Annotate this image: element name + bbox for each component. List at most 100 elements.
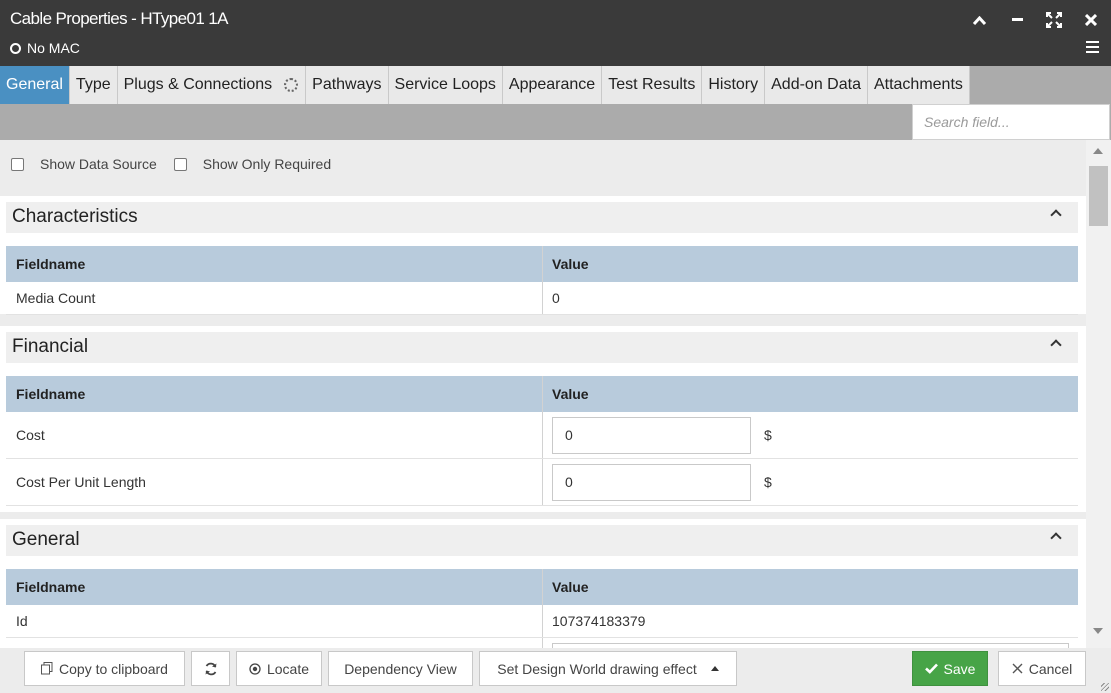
mac-status: No MAC <box>10 40 80 56</box>
cost-input[interactable] <box>552 416 751 454</box>
value-column-header: Value <box>552 256 589 272</box>
collapse-icon[interactable] <box>968 9 990 31</box>
currency-unit: $ <box>764 474 772 490</box>
show-only-required-label: Show Only Required <box>202 156 332 172</box>
chevron-up-icon[interactable] <box>1050 209 1062 221</box>
tab-type[interactable]: Type <box>70 66 118 104</box>
field-name <box>6 638 543 648</box>
field-value-cell: $ <box>543 412 1078 458</box>
chevron-up-icon[interactable] <box>1050 532 1062 544</box>
section-general: General Fieldname Value Id 107374183379 <box>0 519 1086 648</box>
field-value-cell: $ <box>543 459 1078 505</box>
field-name: Cost Per Unit Length <box>6 459 543 505</box>
table-row: Media Count 0 <box>6 282 1078 315</box>
field-value: 107374183379 <box>552 613 646 629</box>
title-bar: Cable Properties - HType01 1A No MAC <box>0 0 1111 66</box>
refresh-icon <box>205 662 216 675</box>
section-general-header[interactable]: General <box>6 525 1078 556</box>
scroll-thumb[interactable] <box>1089 166 1108 226</box>
field-name: Media Count <box>6 282 543 314</box>
section-title: Financial <box>12 336 89 357</box>
copy-to-clipboard-label: Copy to clipboard <box>59 660 168 677</box>
locate-button[interactable]: Locate <box>236 651 322 686</box>
check-icon <box>924 663 938 674</box>
grid-header-row: Fieldname Value <box>6 569 1078 605</box>
show-data-source-checkbox[interactable] <box>11 157 24 171</box>
tab-appearance[interactable]: Appearance <box>503 66 603 104</box>
show-data-source-label: Show Data Source <box>40 156 157 172</box>
save-label: Save <box>943 660 976 677</box>
tab-test-results[interactable]: Test Results <box>602 66 703 104</box>
financial-grid: Fieldname Value Cost $ Cost Per Unit Len… <box>6 376 1078 506</box>
table-row <box>6 638 1078 648</box>
table-row: Cost $ <box>6 412 1078 459</box>
section-title: Characteristics <box>12 206 138 227</box>
drawing-effect-label: Set Design World drawing effect <box>497 660 697 677</box>
section-characteristics: Characteristics Fieldname Value Media Co… <box>0 196 1086 315</box>
window-title: Cable Properties - HType01 1A <box>10 9 228 28</box>
dependency-view-button[interactable]: Dependency View <box>328 651 473 686</box>
characteristics-grid: Fieldname Value Media Count 0 <box>6 246 1078 315</box>
tab-plugs-connections-label: Plugs & Connections <box>123 76 273 93</box>
target-icon <box>249 662 261 675</box>
tab-strip: General Type Plugs & Connections Pathway… <box>0 66 970 104</box>
tab-general[interactable]: General <box>0 66 70 104</box>
tab-service-loops[interactable]: Service Loops <box>389 66 503 104</box>
scroll-up-arrow-icon[interactable] <box>1093 148 1103 154</box>
status-circle-icon <box>10 42 21 54</box>
drawing-effect-dropdown[interactable]: Set Design World drawing effect <box>479 651 737 686</box>
search-bar <box>0 104 1111 140</box>
mac-status-label: No MAC <box>27 40 80 56</box>
table-row: Cost Per Unit Length $ <box>6 459 1078 506</box>
section-title: General <box>12 529 80 550</box>
cancel-label: Cancel <box>1028 660 1073 677</box>
footer-toolbar: Copy to clipboard Locate Dependency View… <box>0 648 1111 693</box>
tab-attachments[interactable]: Attachments <box>868 66 970 104</box>
tab-pathways[interactable]: Pathways <box>306 66 389 104</box>
cancel-button[interactable]: Cancel <box>998 651 1086 686</box>
field-name: Id <box>6 605 543 637</box>
maximize-icon[interactable] <box>1043 9 1065 31</box>
chevron-up-icon[interactable] <box>1050 339 1062 351</box>
close-icon <box>1012 663 1023 674</box>
tab-plugs-connections[interactable]: Plugs & Connections <box>118 66 307 104</box>
fieldname-column-header: Fieldname <box>6 376 543 412</box>
caret-up-icon <box>710 666 719 671</box>
section-characteristics-header[interactable]: Characteristics <box>6 202 1078 233</box>
field-name: Cost <box>6 412 543 458</box>
tab-history[interactable]: History <box>702 66 766 104</box>
resize-grip-icon[interactable] <box>1101 683 1109 691</box>
cost-per-unit-length-input[interactable] <box>552 463 751 501</box>
field-value-cell <box>543 638 1078 648</box>
close-icon[interactable] <box>1080 9 1102 31</box>
grid-header-row: Fieldname Value <box>6 246 1078 282</box>
save-button[interactable]: Save <box>912 651 988 686</box>
refresh-button[interactable] <box>191 651 230 686</box>
currency-unit: $ <box>764 427 772 443</box>
fieldname-column-header: Fieldname <box>6 569 543 605</box>
value-column-header: Value <box>552 386 589 402</box>
copy-to-clipboard-button[interactable]: Copy to clipboard <box>24 651 185 686</box>
scroll-down-arrow-icon[interactable] <box>1093 628 1103 634</box>
section-financial-header[interactable]: Financial <box>6 332 1078 363</box>
copy-icon <box>41 662 53 675</box>
minimize-icon[interactable] <box>1006 9 1028 31</box>
grid-header-row: Fieldname Value <box>6 376 1078 412</box>
menu-icon[interactable] <box>1086 41 1099 53</box>
property-content: Show Data Source Show Only Required Char… <box>0 140 1086 648</box>
tab-add-on-data[interactable]: Add-on Data <box>765 66 868 104</box>
locate-label: Locate <box>266 660 310 677</box>
table-row: Id 107374183379 <box>6 605 1078 638</box>
fieldname-column-header: Fieldname <box>6 246 543 282</box>
field-value: 0 <box>552 290 560 306</box>
loading-spinner-icon <box>284 78 299 92</box>
search-field-input[interactable] <box>912 104 1110 140</box>
dependency-view-label: Dependency View <box>344 660 457 677</box>
vertical-scrollbar[interactable] <box>1086 140 1111 648</box>
view-options: Show Data Source Show Only Required <box>11 156 348 172</box>
section-financial: Financial Fieldname Value Cost $ Cost Pe… <box>0 326 1086 512</box>
tab-bar: General Type Plugs & Connections Pathway… <box>0 66 1111 104</box>
value-column-header: Value <box>552 579 589 595</box>
show-only-required-checkbox[interactable] <box>173 157 187 171</box>
general-grid: Fieldname Value Id 107374183379 <box>6 569 1078 648</box>
